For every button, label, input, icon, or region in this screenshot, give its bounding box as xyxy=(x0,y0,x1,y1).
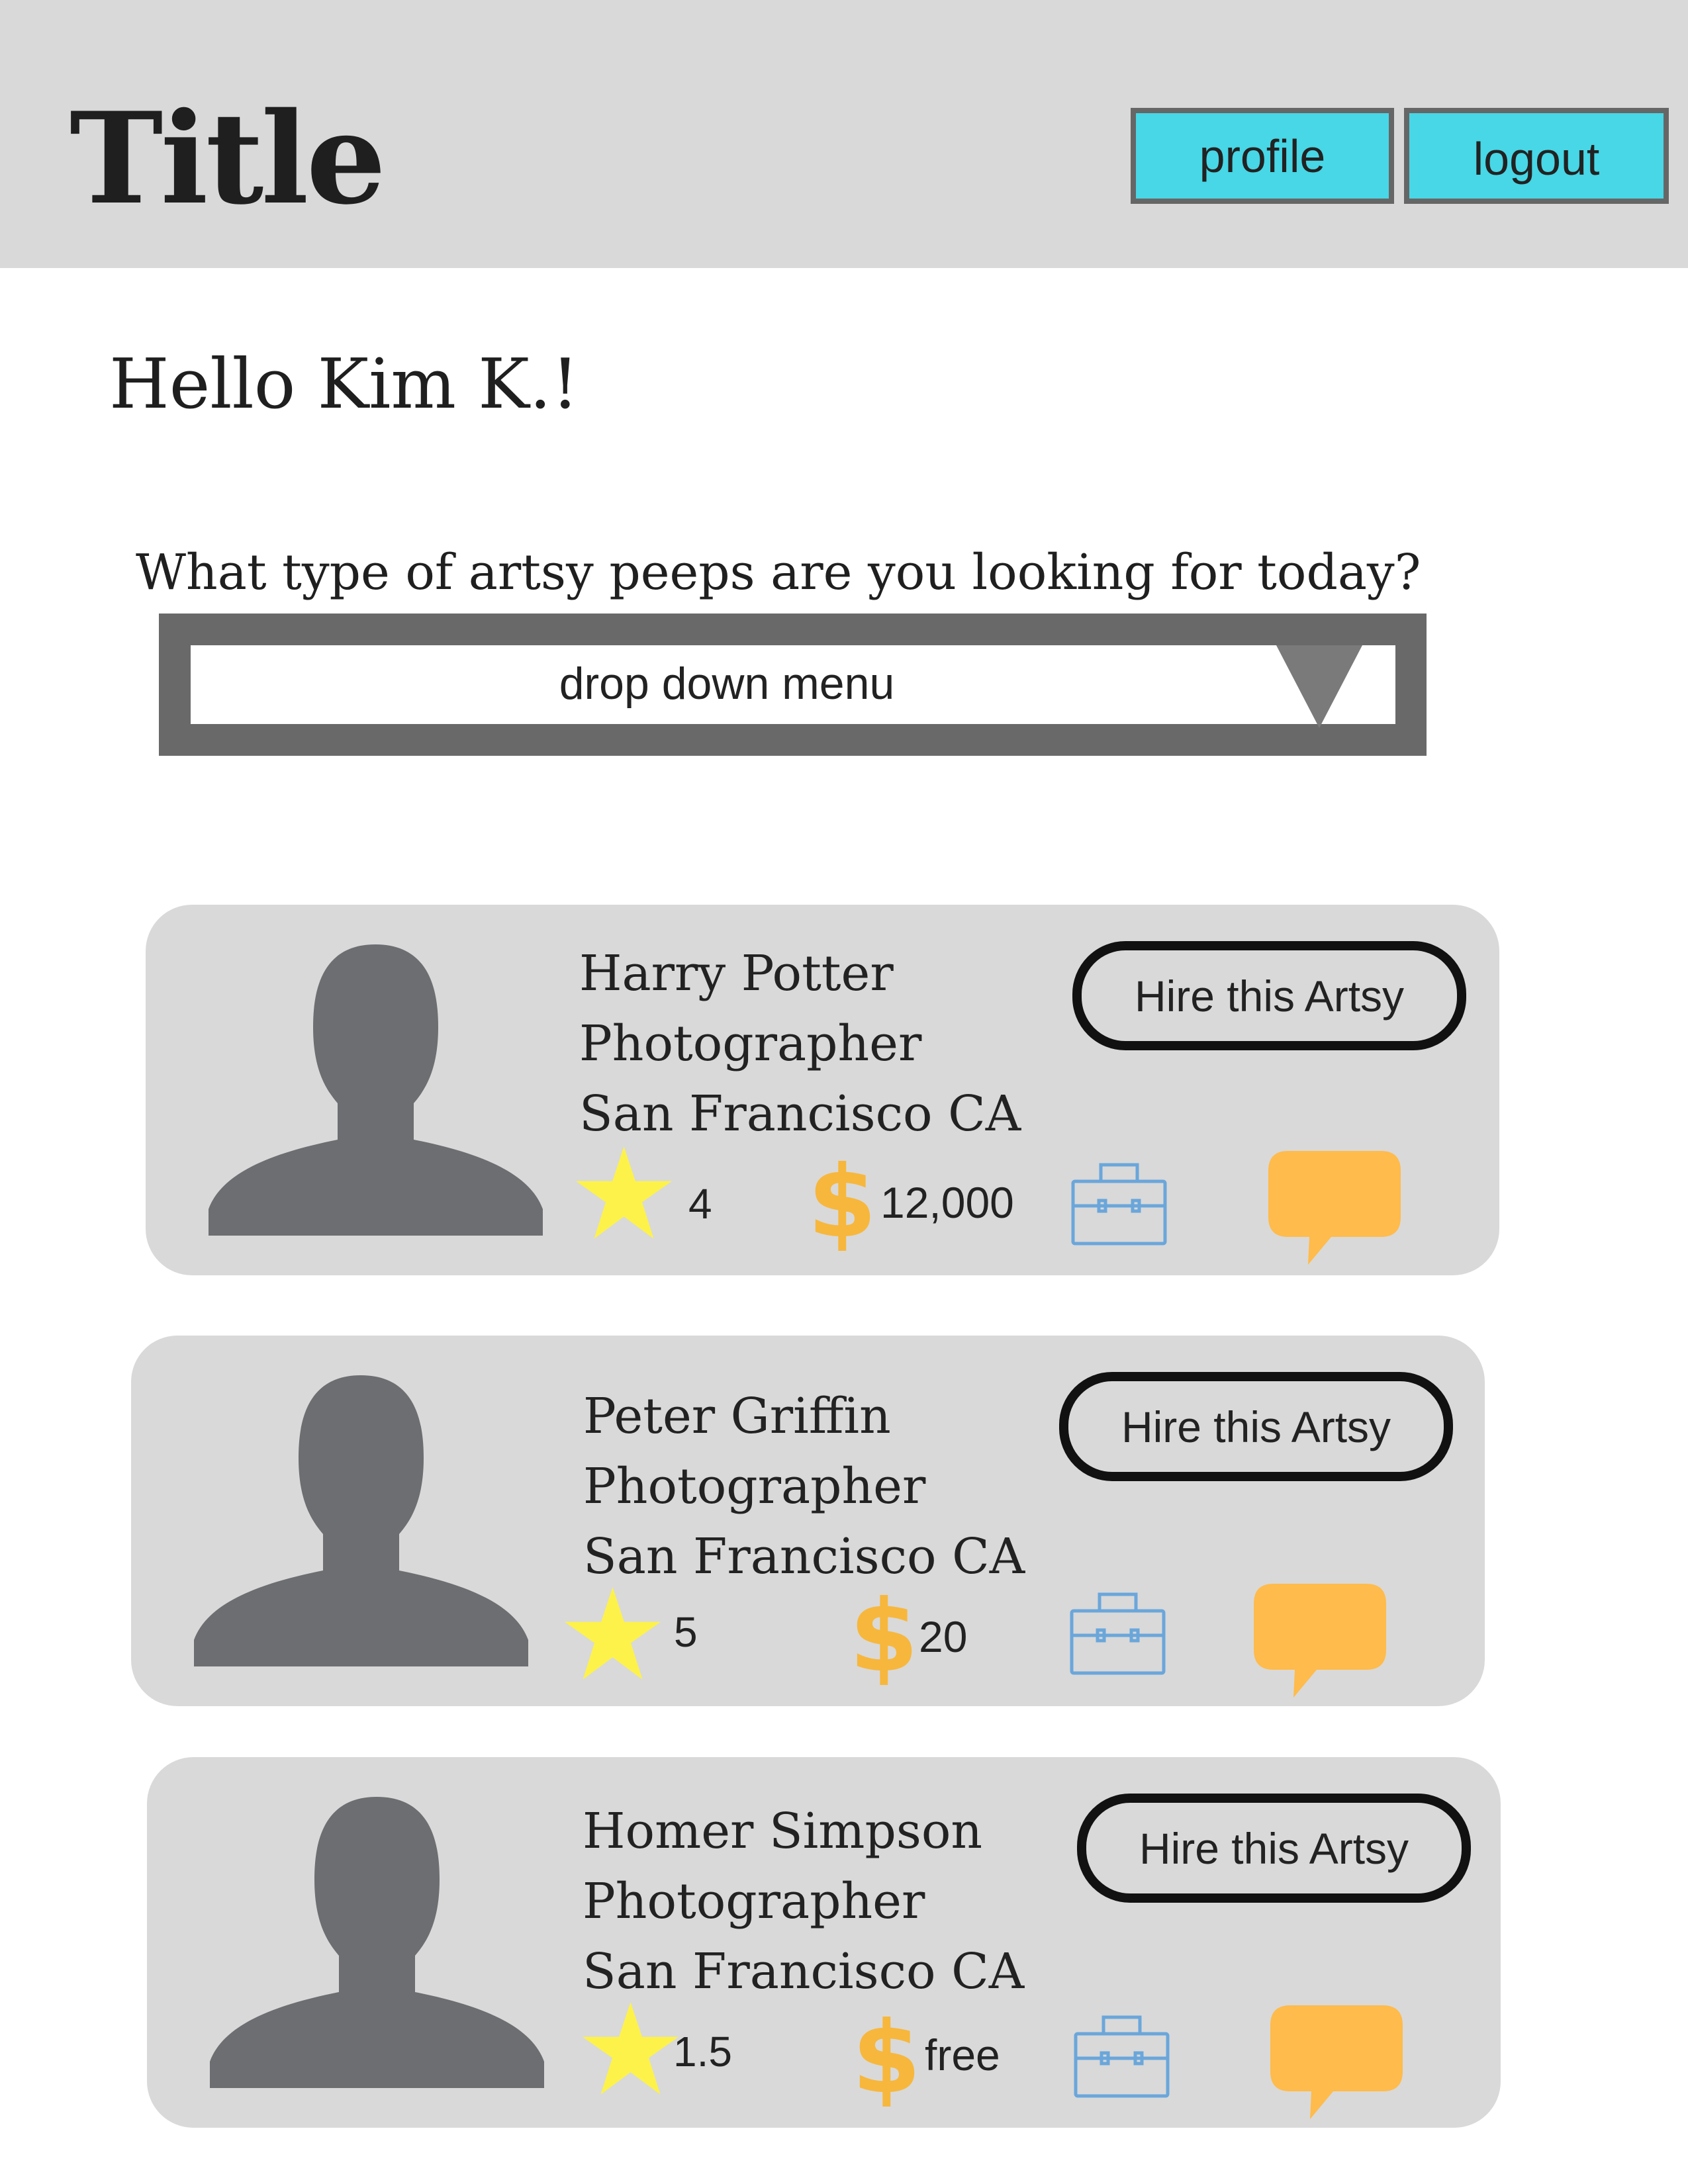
briefcase-icon[interactable] xyxy=(1074,2015,1170,2098)
artist-role: Photographer xyxy=(583,1458,926,1515)
artist-name: Peter Griffin xyxy=(583,1388,891,1445)
chat-bubble-icon[interactable] xyxy=(1268,1151,1401,1270)
artist-location: San Francisco CA xyxy=(583,1943,1025,2000)
artist-card: Homer Simpson Photographer San Francisco… xyxy=(147,1757,1501,2128)
greeting-text: Hello Kim K.! xyxy=(109,343,579,424)
price-value: 12,000 xyxy=(880,1178,1014,1227)
artist-role: Photographer xyxy=(579,1015,922,1072)
artist-location: San Francisco CA xyxy=(583,1528,1025,1585)
artist-name: Harry Potter xyxy=(579,945,894,1002)
dollar-icon: $ xyxy=(808,1145,877,1260)
artist-card: Harry Potter Photographer San Francisco … xyxy=(146,905,1499,1275)
dollar-icon: $ xyxy=(852,2001,921,2116)
chat-bubble-icon[interactable] xyxy=(1254,1584,1386,1703)
search-question: What type of artsy peeps are you looking… xyxy=(136,544,1421,601)
artist-card: Peter Griffin Photographer San Francisco… xyxy=(131,1336,1485,1706)
person-silhouette-icon xyxy=(210,1797,544,2088)
dropdown-field[interactable]: drop down menu xyxy=(191,645,1395,728)
artist-name: Homer Simpson xyxy=(583,1803,983,1860)
rating-value: 4 xyxy=(688,1180,712,1228)
profile-button[interactable]: profile xyxy=(1131,108,1394,204)
briefcase-icon[interactable] xyxy=(1070,1592,1166,1675)
star-icon xyxy=(565,1587,661,1680)
star-icon xyxy=(576,1146,672,1239)
hire-artist-button[interactable]: Hire this Artsy xyxy=(1077,1794,1471,1903)
chat-bubble-icon[interactable] xyxy=(1270,2005,1403,2124)
artist-role: Photographer xyxy=(583,1873,925,1930)
triangle-down-icon[interactable] xyxy=(1276,645,1362,728)
rating-value: 1.5 xyxy=(673,2028,732,2075)
rating-value: 5 xyxy=(674,1608,698,1656)
logout-button[interactable]: logout xyxy=(1404,108,1669,204)
app-title: Title xyxy=(70,85,386,232)
header-bar: Title profile logout xyxy=(0,0,1688,268)
price-value: free xyxy=(925,2030,1000,2079)
hire-artist-button[interactable]: Hire this Artsy xyxy=(1059,1372,1453,1481)
dropdown-selected-value: drop down menu xyxy=(559,658,895,709)
star-icon xyxy=(583,2002,679,2095)
price-value: 20 xyxy=(919,1612,968,1661)
hire-artist-button[interactable]: Hire this Artsy xyxy=(1072,941,1466,1050)
briefcase-icon[interactable] xyxy=(1071,1163,1167,1246)
artist-location: San Francisco CA xyxy=(579,1085,1021,1142)
artist-type-dropdown[interactable]: drop down menu xyxy=(159,614,1427,756)
dollar-icon: $ xyxy=(849,1579,919,1694)
person-silhouette-icon xyxy=(209,944,543,1236)
person-silhouette-icon xyxy=(194,1375,528,1666)
